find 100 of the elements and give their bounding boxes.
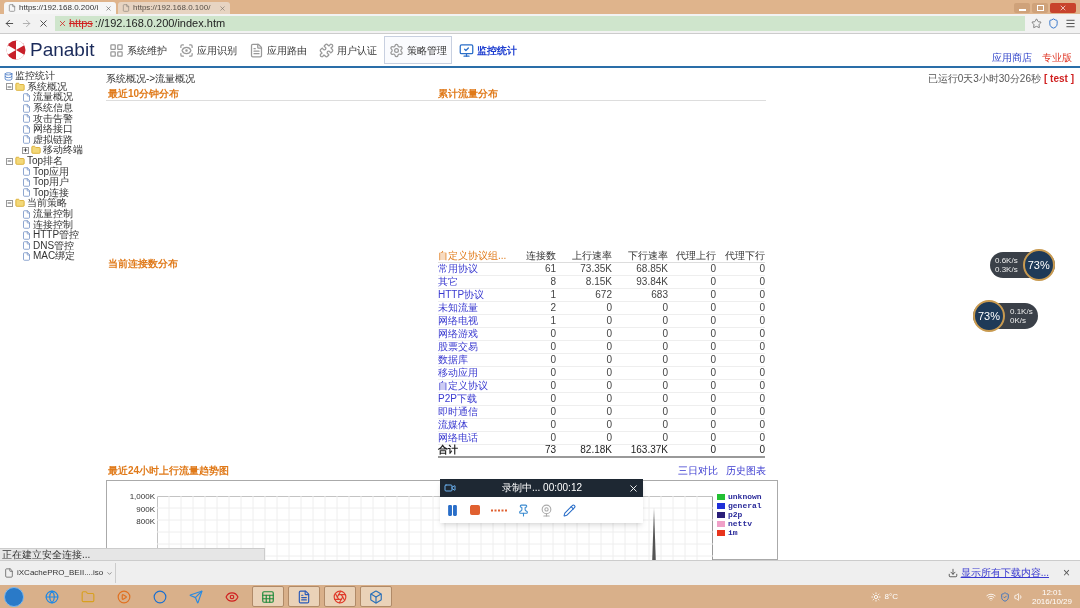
start-button[interactable] xyxy=(4,586,24,607)
browser-tab[interactable]: https://192.168.0.200/i xyxy=(4,2,116,14)
collapse-icon[interactable] xyxy=(6,157,13,165)
legend-label: im xyxy=(728,529,738,537)
protocol-link[interactable]: 常用协议 xyxy=(438,263,512,274)
nav-tab[interactable]: 用户认证 xyxy=(314,36,383,64)
nav-tab[interactable]: 策略管理 xyxy=(384,36,453,64)
table-cell-text: 0 xyxy=(549,328,556,339)
table-cell-text: 0 xyxy=(709,354,716,365)
collapse-icon[interactable] xyxy=(6,83,13,91)
chart-title: 最近24小时上行流量趋势图 xyxy=(107,466,230,476)
shield-icon[interactable] xyxy=(1048,18,1059,29)
eye-icon xyxy=(225,589,239,604)
tree-item[interactable]: Top排名 xyxy=(27,156,64,167)
tree-item[interactable]: MAC绑定 xyxy=(33,251,76,262)
nav-tab[interactable]: 监控统计 xyxy=(454,36,523,64)
tree-item[interactable]: 流量控制 xyxy=(33,209,73,219)
tree-item[interactable]: 监控统计 xyxy=(15,71,55,82)
table-cell-text: 0 xyxy=(605,354,612,365)
header-link[interactable]: 专业版 xyxy=(1042,53,1072,63)
temperature: 8°C xyxy=(884,590,898,603)
chart-link[interactable]: 历史图表 xyxy=(726,466,766,476)
protocol-link[interactable]: 网络电话 xyxy=(438,432,512,443)
tree-item[interactable]: Top用户 xyxy=(33,177,70,188)
webcam-icon[interactable] xyxy=(540,503,553,517)
table-cell-text: 0 xyxy=(709,341,716,352)
stop-icon[interactable] xyxy=(469,504,481,516)
nav-tab[interactable]: 系统维护 xyxy=(104,36,173,64)
star-icon[interactable] xyxy=(1031,18,1042,29)
table-cell-text: 0 xyxy=(758,445,765,456)
protocol-link[interactable]: 网络电视 xyxy=(438,315,512,326)
back-icon[interactable] xyxy=(4,18,15,29)
network-icon[interactable] xyxy=(985,591,996,602)
protocol-link[interactable]: 自定义协议 xyxy=(438,380,512,391)
tree-item[interactable]: 攻击告警 xyxy=(33,113,73,124)
close-icon[interactable] xyxy=(628,482,639,494)
protocol-link[interactable]: 流媒体 xyxy=(438,419,512,430)
page-icon xyxy=(22,124,31,134)
download-item[interactable]: iXCachePRO_BEII....iso xyxy=(4,563,116,583)
taskbar-button[interactable] xyxy=(324,586,356,607)
tree-item[interactable]: 网络接口 xyxy=(33,124,73,135)
chart-link[interactable]: 三日对比 xyxy=(678,466,718,476)
column-header: 下行速率 xyxy=(627,250,668,261)
page-icon xyxy=(22,103,31,113)
protocol-link[interactable]: HTTP协议 xyxy=(438,289,512,300)
table-cell-text: 0 xyxy=(758,354,765,365)
protocol-link[interactable]: 未知流量 xyxy=(438,302,512,313)
tree-item[interactable]: 系统概况 xyxy=(27,81,67,92)
pencil-icon[interactable] xyxy=(563,503,576,517)
protocol-link[interactable]: P2P下载 xyxy=(438,393,512,404)
box-icon xyxy=(369,589,383,604)
user-link[interactable]: [ test ] xyxy=(1044,70,1074,86)
show-all-downloads-link[interactable]: 显示所有下载内容... xyxy=(960,568,1049,578)
dashes-icon[interactable] xyxy=(491,508,507,512)
tree-item[interactable]: Top应用 xyxy=(33,166,70,177)
tree-item[interactable]: 当前策略 xyxy=(27,198,67,209)
column-header: 代理下行 xyxy=(724,250,765,261)
protocol-link[interactable]: 股票交易 xyxy=(438,341,512,352)
nav-tab[interactable]: 应用路由 xyxy=(244,36,313,64)
menu-icon[interactable] xyxy=(1065,18,1076,29)
tree-item[interactable]: 系统信息 xyxy=(33,103,73,114)
protocol-link[interactable]: 其它 xyxy=(438,276,512,287)
circle-icon xyxy=(153,589,167,604)
maximize-button[interactable] xyxy=(1032,3,1048,13)
tree-item[interactable]: HTTP管控 xyxy=(33,230,80,241)
tree-item[interactable]: Top连接 xyxy=(33,187,70,198)
collapse-icon[interactable] xyxy=(6,199,13,207)
folder-icon xyxy=(15,198,25,209)
table-cell-text: 73 xyxy=(543,445,556,456)
address-bar[interactable]: https ://192.168.0.200/index.htm xyxy=(55,16,1025,31)
taskbar-button[interactable] xyxy=(360,586,392,607)
tree-item[interactable]: 连接控制 xyxy=(33,219,73,230)
protocol-link[interactable]: 即时通信 xyxy=(438,406,512,417)
expand-icon[interactable] xyxy=(22,146,29,154)
volume-icon[interactable] xyxy=(1013,591,1024,602)
sun-icon xyxy=(870,591,881,602)
page-icon xyxy=(22,177,31,187)
close-button[interactable]: × xyxy=(1063,567,1070,579)
stop-icon[interactable] xyxy=(38,18,49,29)
caret-icon[interactable] xyxy=(106,569,114,577)
header-link[interactable]: 应用商店 xyxy=(992,53,1032,63)
pause-icon[interactable] xyxy=(446,503,459,517)
taskbar-button[interactable] xyxy=(252,586,284,607)
pin-icon[interactable] xyxy=(517,503,530,517)
protocol-link[interactable]: 移动应用 xyxy=(438,367,512,378)
minimize-button[interactable] xyxy=(1014,3,1030,13)
table-cell-text: 0 xyxy=(661,354,668,365)
browser-tab[interactable]: https://192.168.0.100/ xyxy=(118,2,230,14)
forward-icon[interactable] xyxy=(21,18,32,29)
tree-item[interactable]: 流量概况 xyxy=(33,92,73,103)
taskbar-button[interactable] xyxy=(288,586,320,607)
tree-item[interactable]: 移动终端 xyxy=(43,145,83,156)
shield-icon[interactable] xyxy=(999,591,1010,602)
nav-tab[interactable]: 应用识别 xyxy=(174,36,243,64)
table-cell-text: 0 xyxy=(661,380,668,391)
close-button[interactable] xyxy=(1050,3,1076,13)
protocol-link[interactable]: 数据库 xyxy=(438,354,512,365)
tree-item[interactable]: 虚拟链路 xyxy=(33,134,73,145)
protocol-link[interactable]: 网络游戏 xyxy=(438,328,512,339)
tree-item[interactable]: DNS管控 xyxy=(33,240,75,251)
